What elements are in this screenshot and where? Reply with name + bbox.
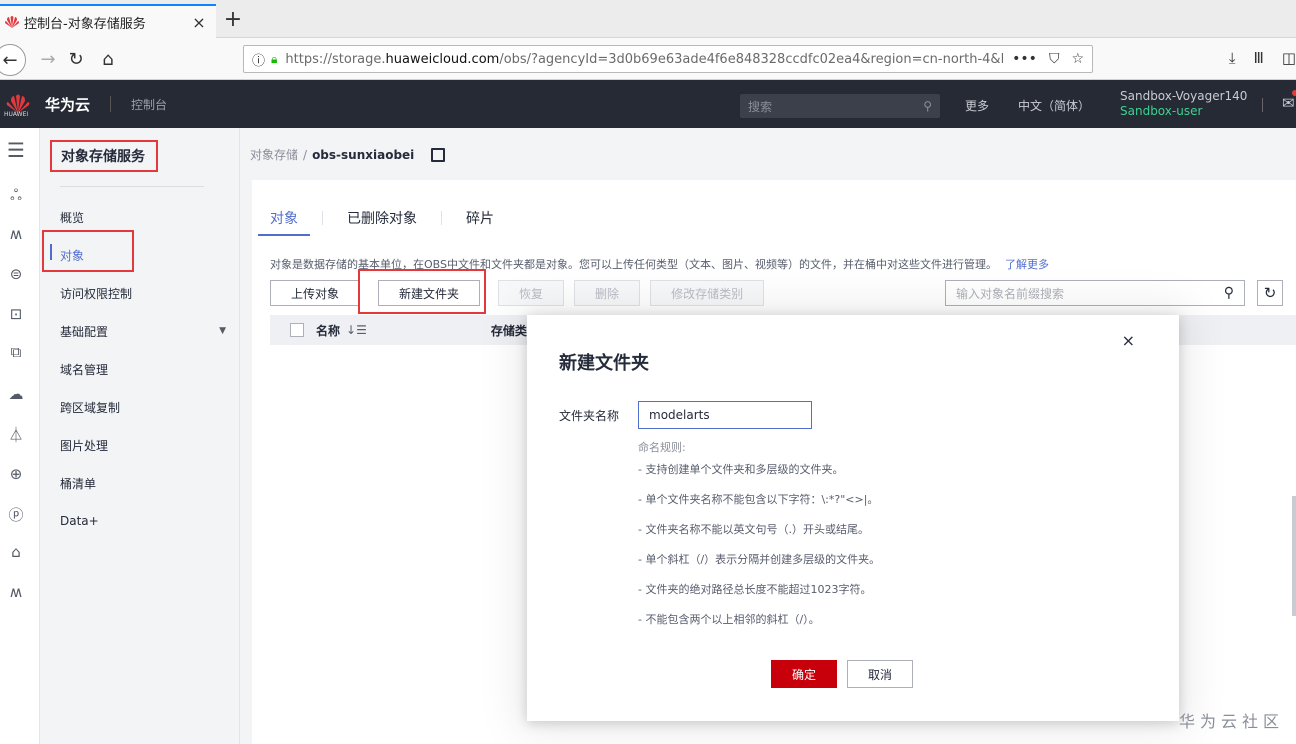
cloud-icon[interactable]: ☁ (6, 384, 26, 404)
language-switch[interactable]: 中文（简体） (1018, 97, 1090, 114)
account-menu[interactable]: Sandbox-Voyager140 Sandbox-user (1120, 89, 1247, 119)
naming-rule: - 文件夹名称不能以英文句号（.）开头或结尾。 (638, 523, 869, 536)
logo-wordmark: HUAWEI (4, 111, 29, 118)
globe-icon[interactable]: ⊕ (6, 464, 26, 484)
sidebar-item-inventory[interactable]: 桶清单 (40, 472, 240, 494)
tab-close-icon[interactable]: × (190, 13, 208, 32)
home-icon[interactable]: ⌂ (96, 47, 120, 71)
sidebar-item-image-processing[interactable]: 图片处理 (40, 434, 240, 456)
naming-rule: - 文件夹的绝对路径总长度不能超过1023字符。 (638, 583, 872, 596)
sidebar-item-cross-region[interactable]: 跨区域复制 (40, 396, 240, 418)
sidebar-item-overview[interactable]: 概览 (40, 206, 240, 228)
dialog-actions: 确定 取消 (771, 660, 913, 688)
naming-rule: - 单个文件夹名称不能包含以下字符：\:*?"<>|。 (638, 493, 879, 506)
learn-more-link[interactable]: 了解更多 (1005, 258, 1049, 271)
database-icon[interactable]: ⊡ (6, 304, 26, 324)
browser-navbar: ← → ↻ ⌂ ⓘ 🔒︎ https://storage.huaweicloud… (0, 38, 1296, 80)
restore-button[interactable]: 恢复 (498, 280, 565, 306)
select-all-checkbox[interactable] (290, 323, 304, 337)
object-search-input[interactable]: 输入对象名前缀搜索 ⚲ (945, 280, 1245, 306)
naming-rule: - 不能包含两个以上相邻的斜杠（/）。 (638, 613, 820, 626)
console-link[interactable]: 控制台 (131, 96, 167, 113)
sidebar-item-basic-config[interactable]: 基础配置 ▼ (40, 320, 240, 342)
breadcrumb-current: obs-sunxiaobei (312, 147, 415, 162)
model-icon[interactable]: ʍ (6, 224, 26, 244)
lock-icon: 🔒︎ (271, 51, 278, 66)
confirm-button[interactable]: 确定 (771, 660, 837, 688)
naming-rule: - 单个斜杠（/）表示分隔并创建多层级的文件夹。 (638, 553, 881, 566)
reload-icon[interactable]: ↻ (64, 47, 88, 71)
browser-tabbar: 控制台-对象存储服务 × + (0, 0, 1296, 38)
sidebar-divider (60, 186, 204, 187)
new-folder-dialog: × 新建文件夹 文件夹名称 命名规则: - 支持创建单个文件夹和多层级的文件夹。… (527, 315, 1179, 721)
refresh-icon[interactable]: ↻ (1257, 280, 1283, 306)
tab-title: 控制台-对象存储服务 (24, 16, 146, 32)
breadcrumb: 对象存储 / obs-sunxiaobei (250, 146, 446, 163)
url-text: https://storage.huaweicloud.com/obs/?age… (285, 51, 1005, 67)
tab-objects[interactable]: 对象 (258, 208, 310, 236)
chevron-down-icon: ▼ (219, 326, 226, 336)
naming-rule: - 支持创建单个文件夹和多层级的文件夹。 (638, 463, 844, 476)
huawei-favicon-icon (5, 16, 19, 28)
back-arrow-icon[interactable]: ← (0, 44, 26, 76)
delete-button[interactable]: 删除 (574, 280, 641, 306)
brand-divider (110, 96, 111, 112)
new-tab-button[interactable]: + (222, 6, 244, 34)
col-storage-class: 存储类 (490, 323, 527, 338)
sidebar-item-data-plus[interactable]: Data+ (40, 510, 240, 532)
tab-deleted-objects[interactable]: 已删除对象 (347, 208, 417, 236)
copy-icon[interactable] (431, 147, 446, 162)
upload-object-button[interactable]: 上传对象 (270, 280, 361, 306)
info-icon[interactable]: ⓘ (252, 50, 265, 69)
browser-tab[interactable]: 控制台-对象存储服务 × (0, 4, 216, 38)
pocket-icon[interactable]: ⛉ (1049, 51, 1060, 67)
cluster-icon[interactable]: ஃ (6, 186, 26, 206)
objects-toolbar: 上传对象 新建文件夹 恢复 删除 修改存储类别 (270, 280, 765, 306)
objects-highlight-box (42, 230, 134, 272)
page-scrollbar[interactable] (1292, 496, 1296, 616)
cloud-service-icon[interactable]: ⌂ (6, 542, 26, 562)
breadcrumb-root[interactable]: 对象存储 (250, 146, 298, 163)
sidebar-toggle-icon[interactable]: ◫ (1282, 49, 1296, 67)
more-menu[interactable]: 更多 (965, 97, 989, 114)
close-icon[interactable]: × (1122, 331, 1135, 350)
network-icon[interactable]: ⏃ (6, 424, 26, 444)
forward-arrow-icon[interactable]: → (36, 47, 60, 71)
storage-disk-icon[interactable]: ⊜ (6, 264, 26, 284)
service-sidebar: 对象存储服务 概览 对象 访问权限控制 基础配置 ▼ 域名管理 跨区域复制 图片… (40, 128, 240, 744)
dialog-title: 新建文件夹 (559, 353, 649, 374)
cancel-button[interactable]: 取消 (847, 660, 913, 688)
library-icon[interactable]: Ⅲ (1253, 49, 1263, 67)
notification-dot (1292, 90, 1296, 96)
ip-icon[interactable]: ⓟ (6, 504, 26, 524)
new-folder-highlight-box (358, 269, 486, 314)
page-actions-icon[interactable]: ••• (1012, 51, 1037, 67)
message-icon[interactable]: ✉ (1282, 94, 1295, 112)
sidebar-item-access-control[interactable]: 访问权限控制 (40, 282, 240, 304)
service-title: 对象存储服务 (50, 140, 158, 172)
url-bar[interactable]: ⓘ 🔒︎ https://storage.huaweicloud.com/obs… (243, 45, 1093, 73)
sort-icon[interactable]: ↓☰ (346, 323, 367, 337)
change-storage-class-button[interactable]: 修改存储类别 (650, 280, 765, 306)
menu-icon[interactable]: ☰ (6, 138, 26, 162)
header-search[interactable]: 搜索 ⚲ (740, 94, 940, 118)
sidebar-item-domain[interactable]: 域名管理 (40, 358, 240, 380)
backup-icon[interactable]: ⧉ (6, 342, 26, 362)
header-divider (1262, 98, 1263, 112)
bookmark-star-icon[interactable]: ☆ (1071, 51, 1084, 67)
folder-name-input[interactable] (638, 401, 812, 429)
modelarts-icon[interactable]: ʍ (6, 582, 26, 602)
search-icon[interactable]: ⚲ (1224, 285, 1234, 301)
folder-name-label: 文件夹名称 (559, 409, 620, 423)
download-icon[interactable]: ⤓ (1229, 49, 1236, 67)
search-icon[interactable]: ⚲ (923, 99, 932, 113)
col-name[interactable]: 名称 (316, 322, 340, 339)
object-tabs: 对象 已删除对象 碎片 (258, 208, 494, 236)
watermark: 华为云社区 (1178, 712, 1284, 731)
console-header: HUAWEI 华为云 控制台 搜索 ⚲ 更多 中文（简体） Sandbox-Vo… (0, 80, 1296, 128)
service-icon-rail: ☰ ஃ ʍ ⊜ ⊡ ⧉ ☁ ⏃ ⊕ ⓟ ⌂ ʍ (0, 128, 40, 744)
naming-rules-title: 命名规则: (638, 441, 686, 454)
tab-fragments[interactable]: 碎片 (466, 208, 494, 236)
brand-name[interactable]: 华为云 (45, 94, 90, 115)
